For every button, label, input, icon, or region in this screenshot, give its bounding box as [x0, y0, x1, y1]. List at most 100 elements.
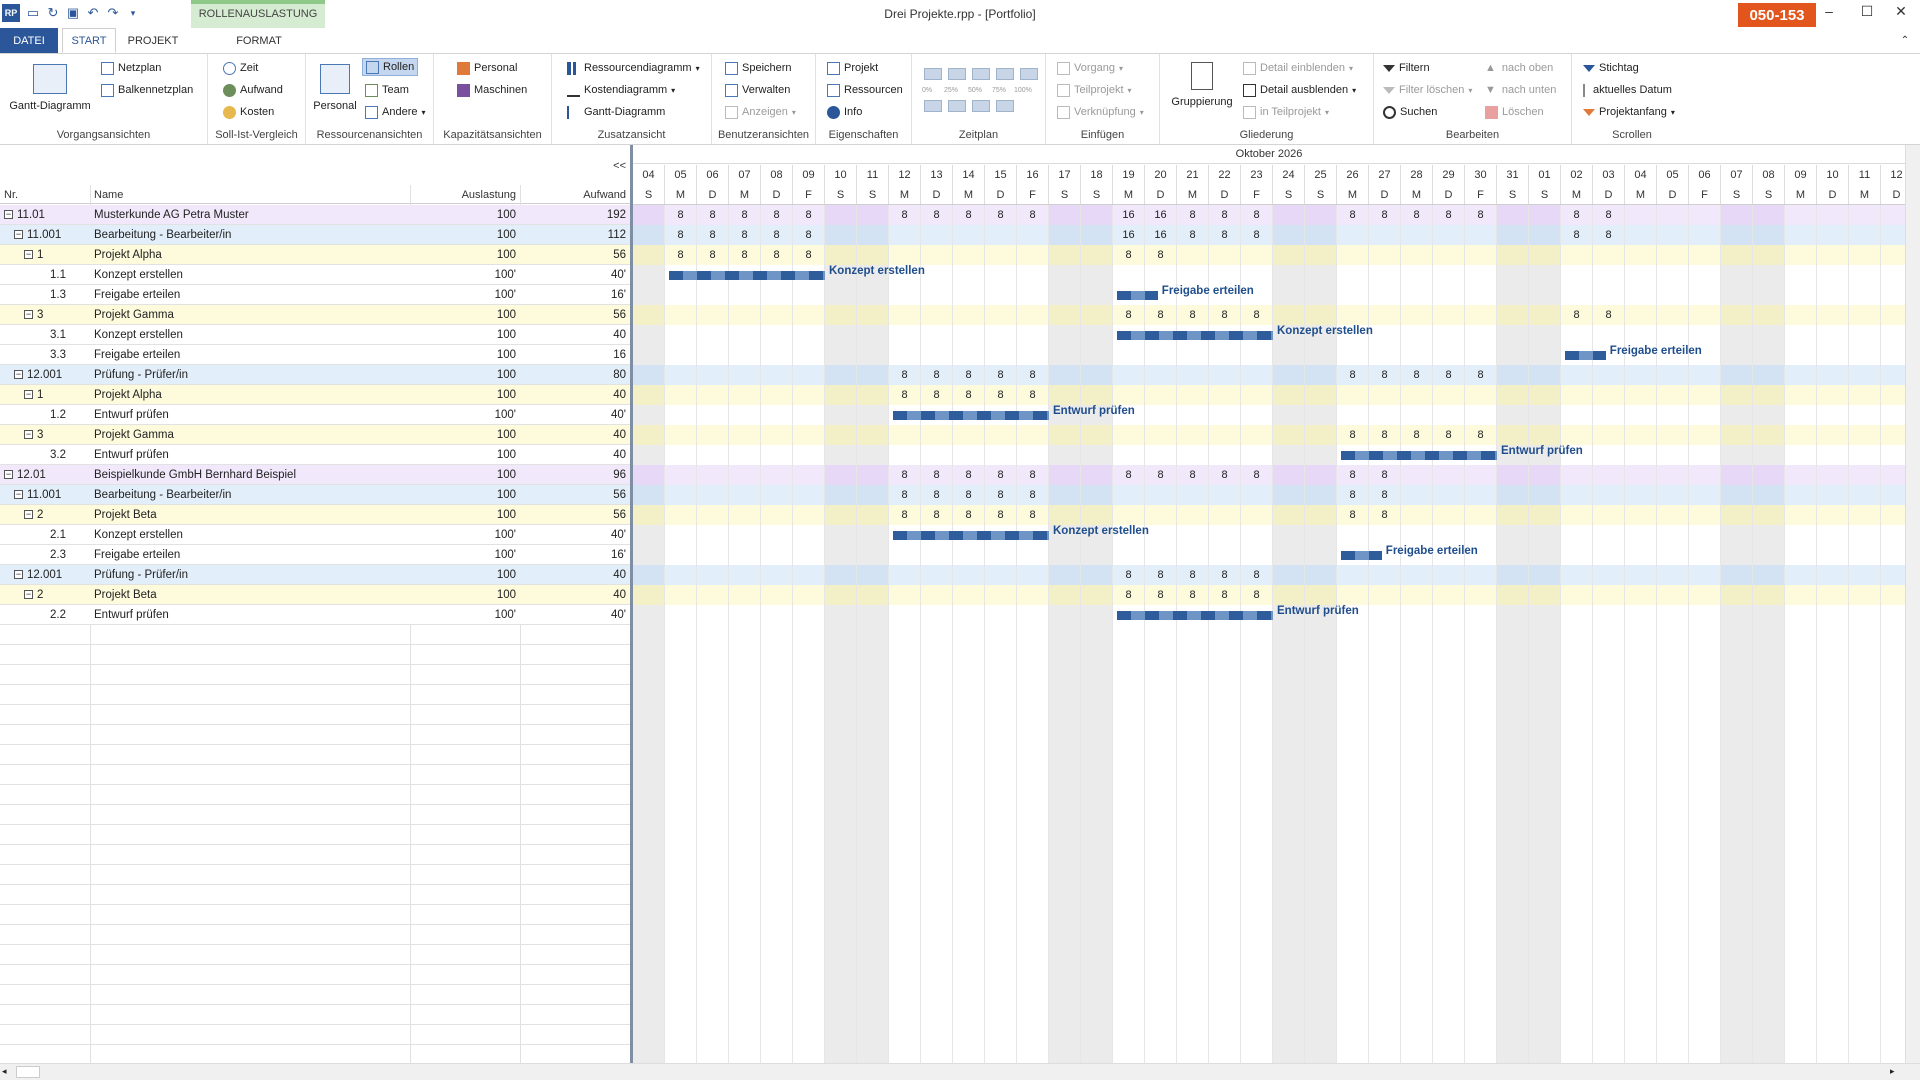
- table-row[interactable]: −1 Projekt Alpha 100 40: [0, 385, 632, 405]
- zoom-100-icon[interactable]: [1020, 68, 1038, 80]
- task-bar[interactable]: [1341, 451, 1497, 460]
- verknuepfung-button[interactable]: Verknüpfung ▾: [1054, 103, 1147, 121]
- task-bar[interactable]: [1117, 331, 1273, 340]
- verwalten-button[interactable]: Verwalten: [722, 81, 793, 99]
- table-row[interactable]: −11.001 Bearbeitung - Bearbeiter/in 100 56: [0, 485, 632, 505]
- table-row[interactable]: 3.2 Entwurf prüfen 100 40: [0, 445, 632, 465]
- collapse-row-icon[interactable]: −: [24, 590, 33, 600]
- maximize-button[interactable]: ☐: [1852, 3, 1882, 23]
- table-row[interactable]: 2.1 Konzept erstellen 100' 40': [0, 525, 632, 545]
- table-row[interactable]: −3 Projekt Gamma 100 40: [0, 425, 632, 445]
- timescale-icon[interactable]: [924, 100, 942, 112]
- timescale-icon[interactable]: [948, 100, 966, 112]
- projektanfang-button[interactable]: Projektanfang ▾: [1580, 103, 1678, 121]
- filtern-button[interactable]: Filtern: [1380, 59, 1433, 77]
- loeschen-button[interactable]: Löschen: [1482, 103, 1547, 121]
- in-teilprojekt-button[interactable]: in Teilprojekt ▾: [1240, 103, 1332, 121]
- timescale-icon[interactable]: [996, 100, 1014, 112]
- rollen-button[interactable]: Rollen: [362, 58, 419, 76]
- gruppierung-button[interactable]: Gruppierung: [1166, 62, 1238, 108]
- eig-ressourcen-button[interactable]: Ressourcen: [824, 81, 906, 99]
- collapse-row-icon[interactable]: −: [4, 470, 13, 480]
- table-row[interactable]: −1 Projekt Alpha 100 56: [0, 245, 632, 265]
- zoom-25-icon[interactable]: [948, 68, 966, 80]
- column-header-nr[interactable]: Nr.: [4, 189, 18, 201]
- kap-personal-button[interactable]: Personal: [454, 59, 520, 77]
- vertical-scrollbar[interactable]: [1905, 145, 1920, 1063]
- eig-projekt-button[interactable]: Projekt: [824, 59, 881, 77]
- team-button[interactable]: Team: [362, 81, 412, 99]
- balkennetzplan-button[interactable]: Balkennetzplan: [98, 81, 196, 99]
- tab-start[interactable]: START: [62, 28, 116, 53]
- aufwand-button[interactable]: Aufwand: [220, 81, 286, 99]
- maschinen-button[interactable]: Maschinen: [454, 81, 530, 99]
- tab-project[interactable]: PROJEKT: [122, 28, 184, 53]
- column-header-name[interactable]: Name: [94, 189, 123, 201]
- task-bar[interactable]: [1341, 551, 1382, 560]
- scroll-right-icon[interactable]: ▸: [1890, 1066, 1895, 1077]
- minimize-button[interactable]: –: [1814, 3, 1844, 23]
- timescale-icon[interactable]: [972, 100, 990, 112]
- scroll-thumb[interactable]: [16, 1066, 40, 1078]
- table-row[interactable]: −12.001 Prüfung - Prüfer/in 100 80: [0, 365, 632, 385]
- collapse-row-icon[interactable]: −: [14, 490, 23, 500]
- task-bar[interactable]: [669, 271, 825, 280]
- personal-view-button[interactable]: Personal: [310, 64, 360, 112]
- column-header-auslastung[interactable]: Auslastung: [412, 189, 516, 201]
- task-bar[interactable]: [1565, 351, 1606, 360]
- kostendiagramm-button[interactable]: Kostendiagramm ▾: [564, 81, 678, 99]
- collapse-row-icon[interactable]: −: [24, 430, 33, 440]
- table-row[interactable]: −2 Projekt Beta 100 40: [0, 585, 632, 605]
- zeit-button[interactable]: Zeit: [220, 59, 261, 77]
- table-row[interactable]: 3.3 Freigabe erteilen 100 16: [0, 345, 632, 365]
- ressourcendiagramm-button[interactable]: Ressourcendiagramm ▾: [564, 59, 703, 77]
- andere-button[interactable]: Andere ▾: [362, 103, 429, 121]
- horizontal-scrollbar[interactable]: ◂ ▸: [0, 1063, 1920, 1080]
- table-row[interactable]: −2 Projekt Beta 100 56: [0, 505, 632, 525]
- netzplan-button[interactable]: Netzplan: [98, 59, 164, 77]
- table-row[interactable]: −3 Projekt Gamma 100 56: [0, 305, 632, 325]
- detail-ausblenden-button[interactable]: Detail ausblenden ▾: [1240, 81, 1359, 99]
- info-button[interactable]: Info: [824, 103, 865, 121]
- collapse-row-icon[interactable]: −: [4, 210, 13, 220]
- detail-einblenden-button[interactable]: Detail einblenden ▾: [1240, 59, 1356, 77]
- vorgang-button[interactable]: Vorgang ▾: [1054, 59, 1126, 77]
- task-bar[interactable]: [893, 411, 1049, 420]
- collapse-row-icon[interactable]: −: [24, 250, 33, 260]
- table-row[interactable]: 1.2 Entwurf prüfen 100' 40': [0, 405, 632, 425]
- teilprojekt-button[interactable]: Teilprojekt ▾: [1054, 81, 1135, 99]
- table-row[interactable]: 1.3 Freigabe erteilen 100' 16': [0, 285, 632, 305]
- task-bar[interactable]: [893, 531, 1049, 540]
- stichtag-button[interactable]: Stichtag: [1580, 59, 1642, 77]
- task-bar[interactable]: [1117, 611, 1273, 620]
- collapse-table-button[interactable]: <<: [613, 160, 626, 172]
- collapse-row-icon[interactable]: −: [24, 310, 33, 320]
- zusatz-gantt-button[interactable]: Gantt-Diagramm: [564, 103, 668, 121]
- speichern-button[interactable]: Speichern: [722, 59, 795, 77]
- nach-unten-button[interactable]: ▼ nach unten: [1482, 81, 1559, 99]
- collapse-row-icon[interactable]: −: [24, 390, 33, 400]
- gantt-diagram-button[interactable]: Gantt-Diagramm: [6, 64, 94, 112]
- nach-oben-button[interactable]: ▲ nach oben: [1482, 59, 1556, 77]
- table-row[interactable]: 3.1 Konzept erstellen 100 40: [0, 325, 632, 345]
- scroll-left-icon[interactable]: ◂: [2, 1066, 7, 1077]
- collapse-row-icon[interactable]: −: [14, 570, 23, 580]
- collapse-row-icon[interactable]: −: [14, 230, 23, 240]
- table-row[interactable]: −12.001 Prüfung - Prüfer/in 100 40: [0, 565, 632, 585]
- task-bar[interactable]: [1117, 291, 1158, 300]
- zoom-75-icon[interactable]: [996, 68, 1014, 80]
- tab-format[interactable]: FORMAT: [214, 28, 304, 53]
- suchen-button[interactable]: Suchen: [1380, 103, 1440, 121]
- filter-loeschen-button[interactable]: Filter löschen ▾: [1380, 81, 1475, 99]
- anzeigen-button[interactable]: Anzeigen ▾: [722, 103, 799, 121]
- close-button[interactable]: ✕: [1886, 3, 1916, 23]
- table-row[interactable]: −11.001 Bearbeitung - Bearbeiter/in 100 112: [0, 225, 632, 245]
- tab-file[interactable]: DATEI: [0, 28, 58, 53]
- zoom-0-icon[interactable]: [924, 68, 942, 80]
- zoom-50-icon[interactable]: [972, 68, 990, 80]
- table-row[interactable]: −12.01 Beispielkunde GmbH Bernhard Beispi…: [0, 465, 632, 485]
- column-header-aufwand[interactable]: Aufwand: [520, 189, 626, 201]
- collapse-row-icon[interactable]: −: [24, 510, 33, 520]
- table-row[interactable]: 2.3 Freigabe erteilen 100' 16': [0, 545, 632, 565]
- table-row[interactable]: 2.2 Entwurf prüfen 100' 40': [0, 605, 632, 625]
